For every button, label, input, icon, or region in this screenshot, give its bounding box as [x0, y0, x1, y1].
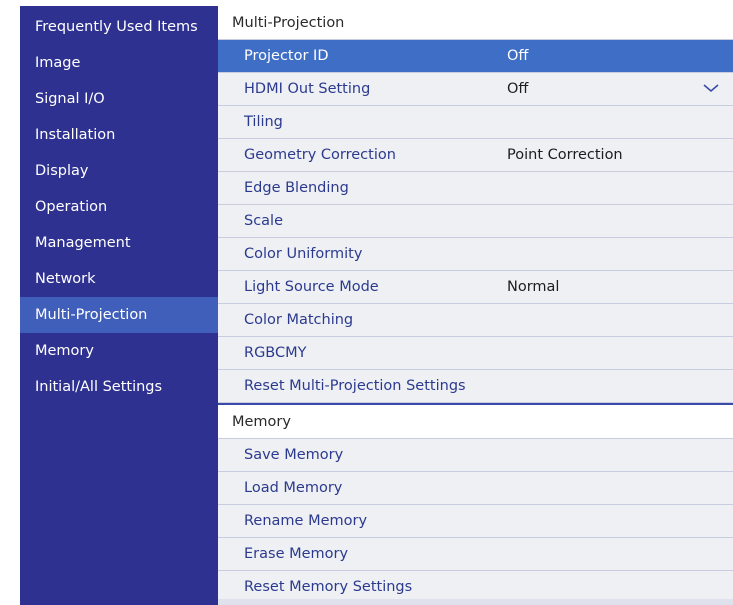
sidebar-item-network[interactable]: Network [20, 261, 218, 297]
projector-menu-screen: Frequently Used Items Image Signal I/O I… [20, 6, 733, 605]
menu-row-save-memory[interactable]: Save Memory [218, 439, 733, 472]
menu-row-label: Reset Memory Settings [244, 579, 413, 595]
menu-row-value: Point Correction [507, 147, 623, 163]
menu-row-label: Load Memory [244, 480, 343, 496]
sidebar-item-multi-projection[interactable]: Multi-Projection [20, 297, 218, 333]
sidebar-item-memory[interactable]: Memory [20, 333, 218, 369]
menu-row-projector-id[interactable]: Projector ID Off [218, 40, 733, 73]
menu-row-label: RGBCMY [244, 345, 307, 361]
sidebar: Frequently Used Items Image Signal I/O I… [20, 6, 218, 605]
sidebar-item-initial-all-settings[interactable]: Initial/All Settings [20, 369, 218, 405]
sidebar-item-display[interactable]: Display [20, 153, 218, 189]
settings-panel: Multi-Projection Projector ID Off HDMI O… [218, 6, 733, 605]
menu-row-tiling[interactable]: Tiling [218, 106, 733, 139]
sidebar-item-frequently-used-items[interactable]: Frequently Used Items [20, 9, 218, 45]
menu-row-value: Off [507, 81, 529, 97]
menu-row-load-memory[interactable]: Load Memory [218, 472, 733, 505]
bottom-strip [218, 599, 733, 605]
sidebar-item-image[interactable]: Image [20, 45, 218, 81]
sidebar-item-management[interactable]: Management [20, 225, 218, 261]
menu-row-label: HDMI Out Setting [244, 81, 371, 97]
menu-row-label: Erase Memory [244, 546, 349, 562]
menu-row-label: Light Source Mode [244, 279, 379, 295]
sidebar-item-signal-io[interactable]: Signal I/O [20, 81, 218, 117]
menu-row-value: Off [507, 48, 529, 64]
menu-row-color-matching[interactable]: Color Matching [218, 304, 733, 337]
menu-row-label: Scale [244, 213, 284, 229]
menu-row-reset-multi-projection-settings[interactable]: Reset Multi-Projection Settings [218, 370, 733, 403]
menu-row-label: Tiling [244, 114, 283, 130]
chevron-down-icon[interactable] [703, 82, 719, 94]
section-header-memory: Memory [218, 405, 733, 439]
menu-row-color-uniformity[interactable]: Color Uniformity [218, 238, 733, 271]
menu-row-label: Color Uniformity [244, 246, 363, 262]
memory-section: Memory Save Memory Load Memory Rename Me… [218, 405, 733, 604]
sidebar-item-operation[interactable]: Operation [20, 189, 218, 225]
menu-row-label: Color Matching [244, 312, 354, 328]
sidebar-item-installation[interactable]: Installation [20, 117, 218, 153]
menu-row-value: Normal [507, 279, 560, 295]
menu-row-rgbcmy[interactable]: RGBCMY [218, 337, 733, 370]
menu-row-label: Projector ID [244, 48, 329, 64]
menu-row-light-source-mode[interactable]: Light Source Mode Normal [218, 271, 733, 304]
menu-row-hdmi-out-setting[interactable]: HDMI Out Setting Off [218, 73, 733, 106]
menu-row-rename-memory[interactable]: Rename Memory [218, 505, 733, 538]
menu-row-label: Edge Blending [244, 180, 349, 196]
menu-row-erase-memory[interactable]: Erase Memory [218, 538, 733, 571]
menu-row-scale[interactable]: Scale [218, 205, 733, 238]
menu-row-label: Reset Multi-Projection Settings [244, 378, 466, 394]
menu-row-edge-blending[interactable]: Edge Blending [218, 172, 733, 205]
menu-row-label: Save Memory [244, 447, 344, 463]
section-header-multi-projection: Multi-Projection [218, 6, 733, 40]
menu-row-geometry-correction[interactable]: Geometry Correction Point Correction [218, 139, 733, 172]
menu-row-label: Rename Memory [244, 513, 368, 529]
menu-row-label: Geometry Correction [244, 147, 396, 163]
